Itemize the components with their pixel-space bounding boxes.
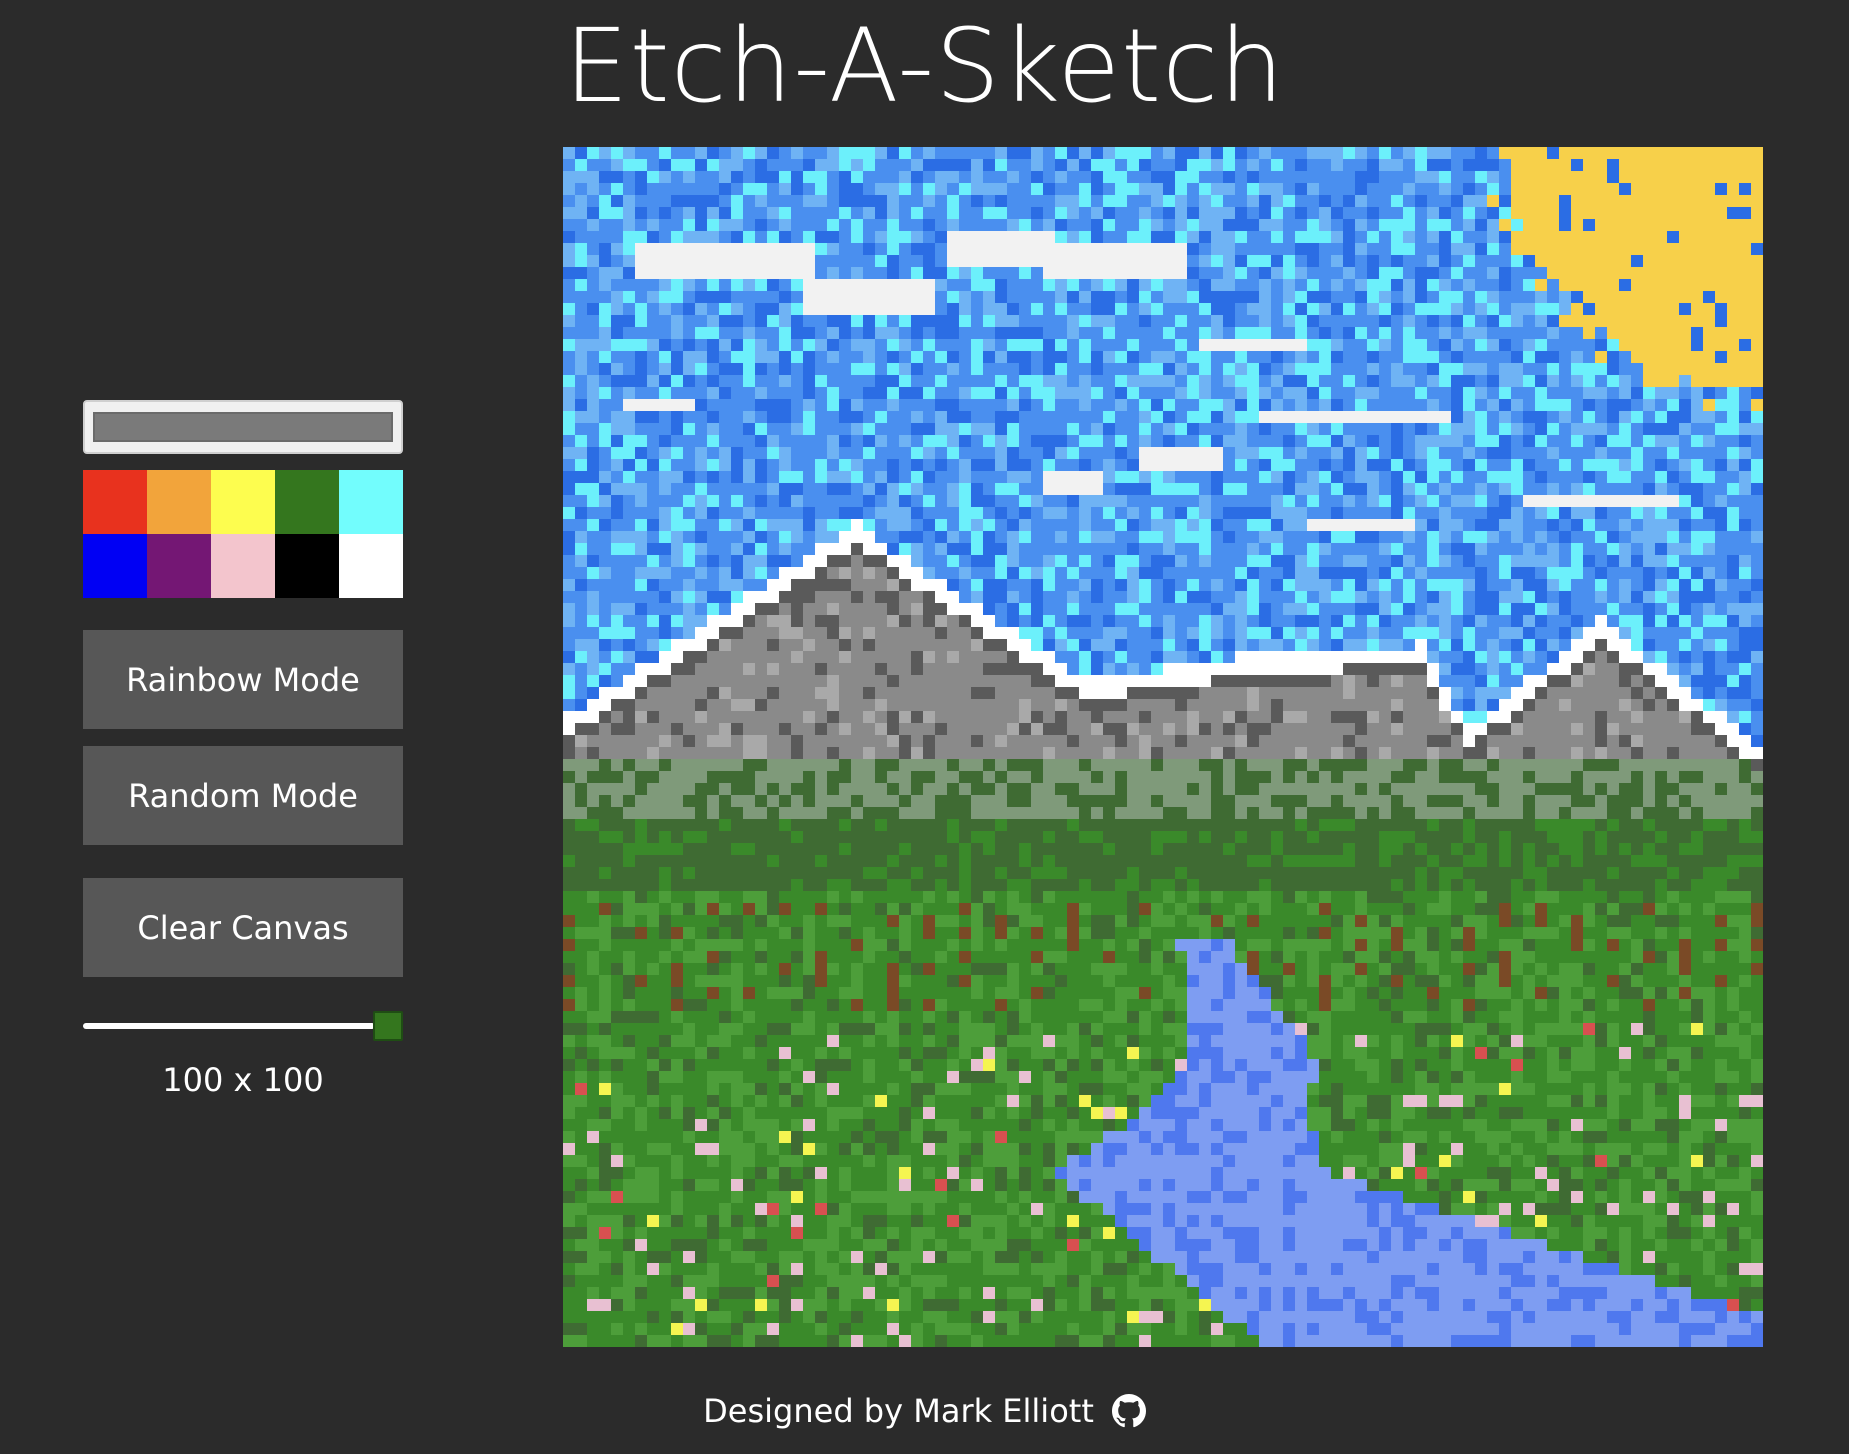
github-icon[interactable] — [1111, 1394, 1146, 1428]
clear-canvas-button[interactable]: Clear Canvas — [83, 878, 403, 977]
palette-swatch-yellow[interactable] — [211, 470, 275, 534]
pixel-grid[interactable] — [563, 147, 1763, 1347]
color-picker-swatch — [93, 412, 393, 442]
controls-panel: Rainbow Mode Random Mode Clear Canvas 10… — [83, 400, 403, 1099]
palette-swatch-red[interactable] — [83, 470, 147, 534]
palette-swatch-white[interactable] — [339, 534, 403, 598]
color-palette — [83, 470, 403, 598]
palette-swatch-cyan[interactable] — [339, 470, 403, 534]
random-mode-button[interactable]: Random Mode — [83, 746, 403, 845]
drawing-canvas[interactable] — [563, 147, 1763, 1347]
color-picker[interactable] — [83, 400, 403, 454]
palette-swatch-orange[interactable] — [147, 470, 211, 534]
palette-swatch-purple[interactable] — [147, 534, 211, 598]
slider-track[interactable] — [83, 1023, 375, 1029]
rainbow-mode-button[interactable]: Rainbow Mode — [83, 630, 403, 729]
palette-swatch-pink[interactable] — [211, 534, 275, 598]
slider-thumb[interactable] — [373, 1011, 403, 1041]
palette-swatch-blue[interactable] — [83, 534, 147, 598]
footer-credit: Designed by Mark Elliott — [703, 1392, 1094, 1430]
page-title: Etch-A-Sketch — [564, 7, 1285, 126]
palette-swatch-green[interactable] — [275, 470, 339, 534]
grid-size-slider[interactable] — [83, 1011, 403, 1041]
footer: Designed by Mark Elliott — [0, 1392, 1849, 1430]
palette-swatch-black[interactable] — [275, 534, 339, 598]
grid-size-label: 100 x 100 — [162, 1061, 324, 1099]
